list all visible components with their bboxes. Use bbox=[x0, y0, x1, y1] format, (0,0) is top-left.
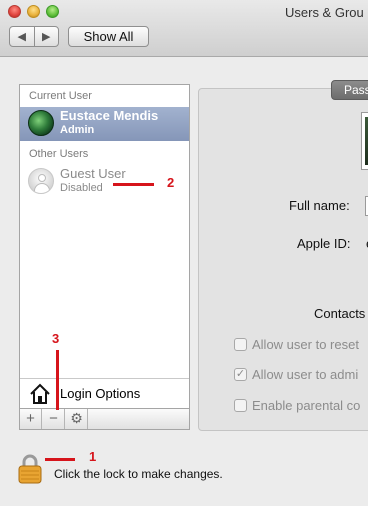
navigation-buttons: ◀ ▶ bbox=[9, 26, 59, 47]
user-row-eustace-mendis[interactable]: Eustace Mendis Admin bbox=[20, 107, 189, 141]
house-icon bbox=[30, 383, 50, 404]
guest-silhouette-icon bbox=[28, 168, 54, 194]
minimize-window-button[interactable] bbox=[27, 5, 40, 18]
action-menu-button[interactable]: ⚙ bbox=[66, 409, 88, 429]
user-list-toolbar: + − ⚙ bbox=[20, 408, 189, 429]
annotation-underline-1 bbox=[45, 458, 75, 461]
plus-icon: + bbox=[26, 410, 35, 427]
annotation-underline-2 bbox=[113, 183, 154, 186]
chevron-left-icon: ◀ bbox=[17, 31, 26, 43]
users-list: Current User Eustace Mendis Admin Other … bbox=[19, 84, 190, 430]
annotation-number-2: 2 bbox=[167, 175, 175, 190]
login-options-item[interactable]: Login Options bbox=[20, 378, 189, 408]
apple-id-label: Apple ID: bbox=[297, 236, 351, 251]
checkmark-icon: ✓ bbox=[234, 368, 247, 381]
forward-button[interactable]: ▶ bbox=[33, 27, 59, 46]
contacts-label: Contacts bbox=[314, 306, 366, 321]
minus-icon: − bbox=[49, 410, 58, 427]
gear-icon: ⚙ bbox=[70, 410, 83, 426]
annotation-pointer-3 bbox=[56, 350, 59, 410]
show-all-button[interactable]: Show All bbox=[68, 26, 149, 47]
user-row-guest-user[interactable]: Guest User Disabled bbox=[20, 165, 189, 199]
checkbox-box bbox=[234, 338, 247, 351]
current-user-header: Current User bbox=[29, 90, 92, 102]
zoom-window-button[interactable] bbox=[46, 5, 59, 18]
padlock-icon[interactable] bbox=[18, 454, 42, 484]
back-button[interactable]: ◀ bbox=[10, 27, 34, 46]
user-role: Disabled bbox=[60, 182, 103, 194]
add-user-button[interactable]: + bbox=[20, 409, 42, 429]
earth-avatar-icon bbox=[28, 110, 54, 136]
checkbox-label: Allow user to admi bbox=[252, 367, 359, 382]
other-users-header: Other Users bbox=[29, 148, 89, 160]
full-name-label: Full name: bbox=[289, 198, 350, 213]
user-role: Admin bbox=[60, 124, 95, 136]
user-name: Eustace Mendis bbox=[60, 108, 159, 123]
checkbox-label: Enable parental co bbox=[252, 398, 361, 413]
tab-password[interactable]: Pass bbox=[331, 80, 368, 100]
checkbox-label: Allow user to reset bbox=[252, 337, 359, 352]
user-name: Guest User bbox=[60, 166, 126, 181]
annotation-number-1: 1 bbox=[89, 449, 97, 464]
login-options-label: Login Options bbox=[60, 386, 141, 401]
window-toolbar: Users & Grou ◀ ▶ Show All bbox=[0, 0, 368, 57]
checkbox-box bbox=[234, 399, 247, 412]
lock-hint-text: Click the lock to make changes. bbox=[54, 467, 223, 481]
user-picture-well[interactable] bbox=[361, 112, 368, 170]
remove-user-button[interactable]: − bbox=[43, 409, 65, 429]
chevron-right-icon: ▶ bbox=[42, 31, 51, 43]
annotation-number-3: 3 bbox=[52, 331, 60, 346]
close-window-button[interactable] bbox=[8, 5, 21, 18]
window-title: Users & Grou bbox=[285, 5, 364, 20]
